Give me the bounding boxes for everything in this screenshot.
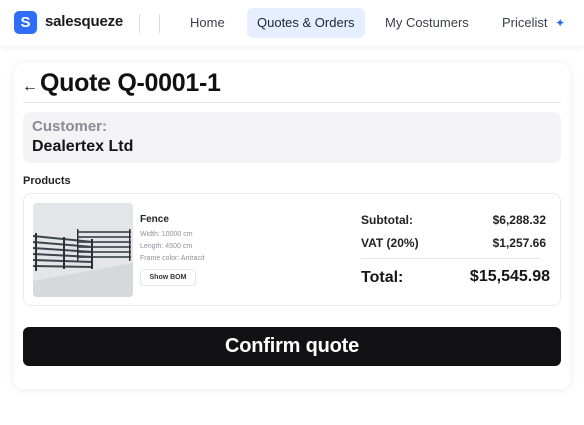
product-frame-color: Frame color: Antracit xyxy=(140,255,205,262)
nav-item-my-costumers[interactable]: My Costumers xyxy=(375,8,479,38)
top-navbar: S salesqueze Home Quotes & Orders My Cos… xyxy=(0,0,584,46)
subtotal-label: Subtotal: xyxy=(361,213,413,227)
nav-item-label: My Costumers xyxy=(385,15,469,30)
nav-item-home[interactable]: Home xyxy=(180,8,235,38)
product-width: Width: 10000 cm xyxy=(140,231,193,238)
vat-label: VAT (20%) xyxy=(361,236,419,250)
totals-divider xyxy=(361,258,541,259)
confirm-quote-button[interactable]: Confirm quote xyxy=(23,327,561,366)
product-row: Fence Width: 10000 cm Length: 4500 cm Fr… xyxy=(23,193,561,306)
product-length: Length: 4500 cm xyxy=(140,243,193,250)
total-label: Total: xyxy=(361,269,404,286)
logo-icon[interactable]: S xyxy=(14,11,37,34)
quote-card: ← Quote Q-0001-1 Customer: Dealertex Ltd… xyxy=(14,63,570,389)
brand-name[interactable]: salesqueze xyxy=(45,13,123,30)
customer-box: Customer: Dealertex Ltd xyxy=(23,112,561,163)
show-bom-button[interactable]: Show BOM xyxy=(140,269,196,286)
nav-divider xyxy=(139,14,140,33)
total-value: $15,545.98 xyxy=(469,268,550,285)
arrow-left-icon[interactable]: ← xyxy=(22,78,38,96)
nav-item-label: Quotes & Orders xyxy=(257,15,355,30)
products-heading: Products xyxy=(23,175,71,187)
nav-item-label: Pricelist xyxy=(502,15,548,30)
nav-item-quotes-orders[interactable]: Quotes & Orders xyxy=(247,8,365,38)
divider xyxy=(23,102,561,103)
fence-image xyxy=(33,203,133,297)
customer-label: Customer: xyxy=(32,118,108,135)
vat-value: $1,257.66 xyxy=(492,236,546,250)
nav-item-pricelist[interactable]: Pricelist ✦ xyxy=(492,8,575,38)
product-image xyxy=(33,203,133,297)
nav-item-label: Home xyxy=(190,15,225,30)
customer-name: Dealertex Ltd xyxy=(32,138,134,155)
page-title: Quote Q-0001-1 xyxy=(40,69,221,97)
sparkle-icon: ✦ xyxy=(555,16,566,30)
subtotal-value: $6,288.32 xyxy=(492,213,546,227)
product-name: Fence xyxy=(140,214,169,225)
nav-divider xyxy=(159,14,160,33)
